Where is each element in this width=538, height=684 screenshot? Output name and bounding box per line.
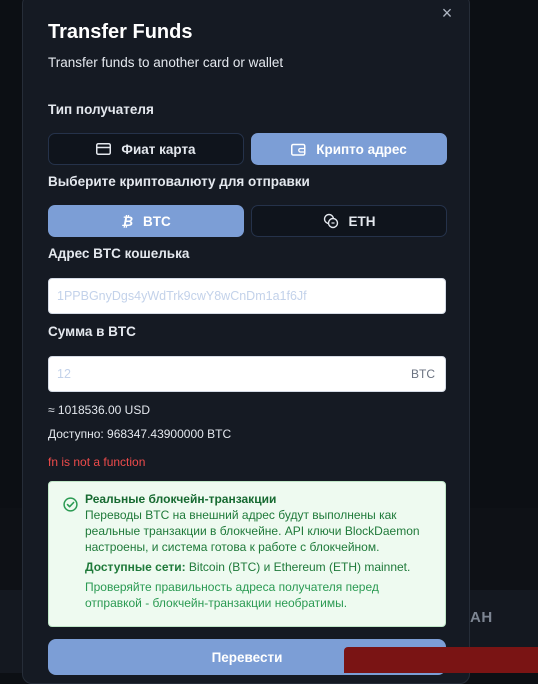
crypto-address-label: Крипто адрес [316, 141, 407, 157]
wallet-icon [291, 143, 306, 156]
notice-warning: Проверяйте правильность адреса получател… [85, 580, 379, 610]
available-balance: Доступно: 968347.43900000 BTC [48, 427, 232, 441]
modal-subtitle: Transfer funds to another card or wallet [48, 55, 284, 70]
btc-toggle[interactable]: ₿ BTC [48, 205, 244, 237]
fiat-card-toggle[interactable]: Фиат карта [48, 133, 244, 165]
error-message: fn is not a function [48, 455, 146, 469]
error-toast [344, 647, 538, 673]
notice-title: Реальные блокчейн-транзакции [85, 492, 277, 506]
card-icon [96, 143, 112, 155]
amount-input[interactable] [57, 357, 397, 391]
eth-label: ETH [348, 213, 376, 229]
background-partial-text: АН [470, 609, 493, 626]
transfer-modal: × Transfer Funds Transfer funds to anoth… [22, 0, 470, 684]
coins-icon [323, 213, 339, 229]
amount-currency-suffix: BTC [411, 367, 435, 381]
modal-title: Transfer Funds [48, 21, 193, 43]
crypto-address-toggle[interactable]: Крипто адрес [251, 133, 447, 165]
usd-estimate: ≈ 1018536.00 USD [48, 403, 150, 417]
networks-label: Доступные сети: [85, 560, 186, 574]
amount-field: BTC [48, 356, 446, 392]
eth-toggle[interactable]: ETH [251, 205, 447, 237]
amount-label: Сумма в BTC [48, 324, 136, 339]
bitcoin-icon: ₿ [121, 213, 134, 229]
notice-text: Переводы BTC на внешний адрес будут выпо… [85, 508, 420, 554]
notice-networks: Доступные сети: Bitcoin (BTC) и Ethereum… [85, 559, 435, 575]
btc-label: BTC [143, 213, 171, 229]
close-button[interactable]: × [437, 3, 457, 23]
recipient-type-label: Тип получателя [48, 102, 154, 117]
currency-label: Выберите криптовалюту для отправки [48, 174, 310, 189]
networks-value: Bitcoin (BTC) и Ethereum (ETH) mainnet. [185, 560, 411, 574]
address-label: Адрес BTC кошелька [48, 246, 190, 261]
blockchain-notice: Реальные блокчейн-транзакции Переводы BT… [48, 481, 446, 627]
address-input[interactable] [57, 279, 397, 313]
address-field [48, 278, 446, 314]
check-circle-icon [63, 497, 78, 517]
fiat-card-label: Фиат карта [121, 141, 196, 157]
